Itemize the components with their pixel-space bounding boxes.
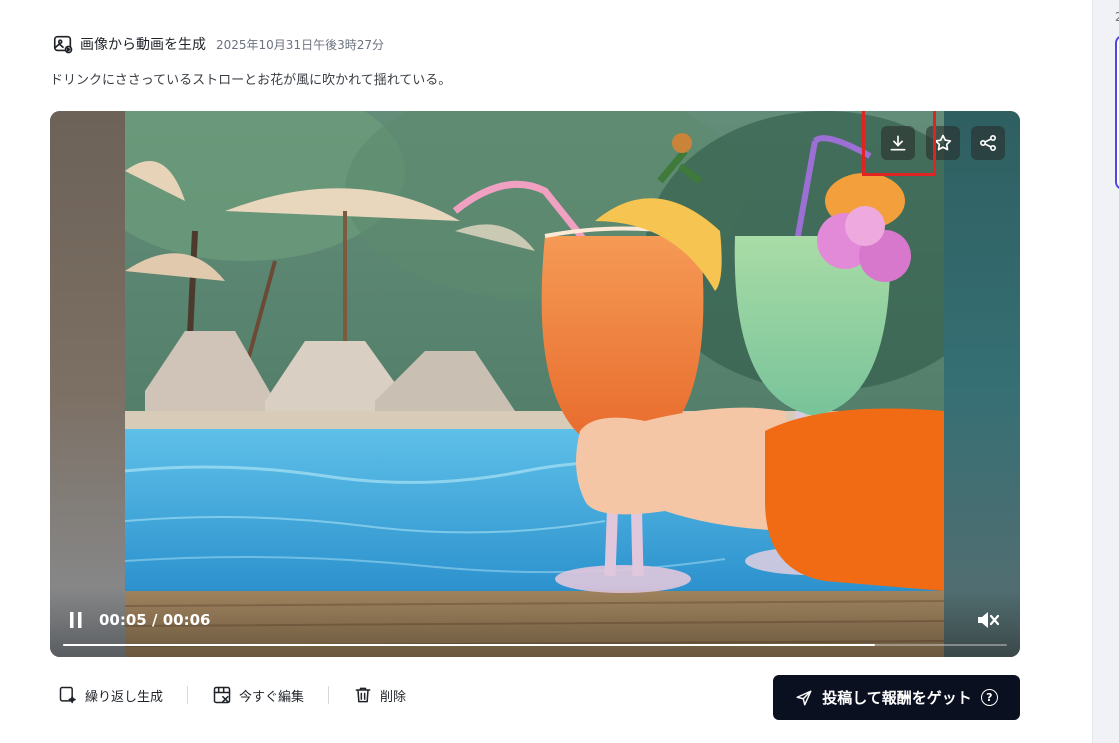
player-controls: 00:05 / 00:06 (50, 587, 1020, 657)
letterbox-left (50, 111, 125, 657)
letterbox-right (944, 111, 1020, 657)
post-for-reward-label: 投稿して報酬をゲット (822, 689, 972, 707)
muted-speaker-icon[interactable] (976, 609, 1000, 631)
share-button[interactable] (971, 126, 1005, 160)
generation-timestamp: 2025年10月31日午後3時27分 (216, 37, 384, 52)
time-display: 00:05 / 00:06 (99, 611, 210, 629)
panel-fragment-text: 2 (1115, 10, 1119, 24)
edit-now-label: 今すぐ編集 (239, 689, 305, 705)
delete-label: 削除 (380, 689, 407, 705)
video-player[interactable]: 00:05 / 00:06 (50, 111, 1020, 657)
delete-button[interactable]: 削除 (353, 685, 406, 705)
image-to-video-icon (53, 35, 73, 54)
edit-now-button[interactable]: 今すぐ編集 (212, 685, 304, 705)
edit-video-icon (213, 686, 231, 704)
regenerate-button[interactable]: 繰り返し生成 (58, 685, 163, 705)
generation-header: 画像から動画を生成 2025年10月31日午後3時27分 (52, 33, 384, 55)
current-time: 00:05 (99, 611, 147, 629)
star-icon (934, 134, 952, 151)
action-bar: 繰り返し生成 今すぐ編集 削除 (58, 685, 406, 705)
divider (328, 686, 330, 704)
pause-icon[interactable] (68, 611, 84, 629)
panel-card[interactable] (1115, 35, 1119, 190)
prompt-text: ドリンクにささっているストローとお花が風に吹かれて揺れている。 (50, 73, 452, 88)
page-title: 画像から動画を生成 (80, 37, 206, 53)
download-highlight-box (862, 111, 936, 176)
video-frame (125, 111, 944, 657)
progress-track[interactable] (63, 644, 1007, 646)
time-separator: / (151, 611, 158, 629)
divider (187, 686, 189, 704)
help-icon[interactable]: ? (980, 689, 998, 706)
share-icon (980, 135, 996, 151)
send-icon (796, 690, 812, 705)
post-for-reward-button[interactable]: 投稿して報酬をゲット ? (773, 675, 1020, 720)
regenerate-label: 繰り返し生成 (85, 689, 164, 705)
right-side-panel: 2 (1092, 0, 1119, 743)
progress-fill (63, 644, 875, 646)
regenerate-icon (59, 686, 76, 704)
trash-icon (355, 687, 371, 703)
duration: 00:06 (162, 611, 211, 629)
